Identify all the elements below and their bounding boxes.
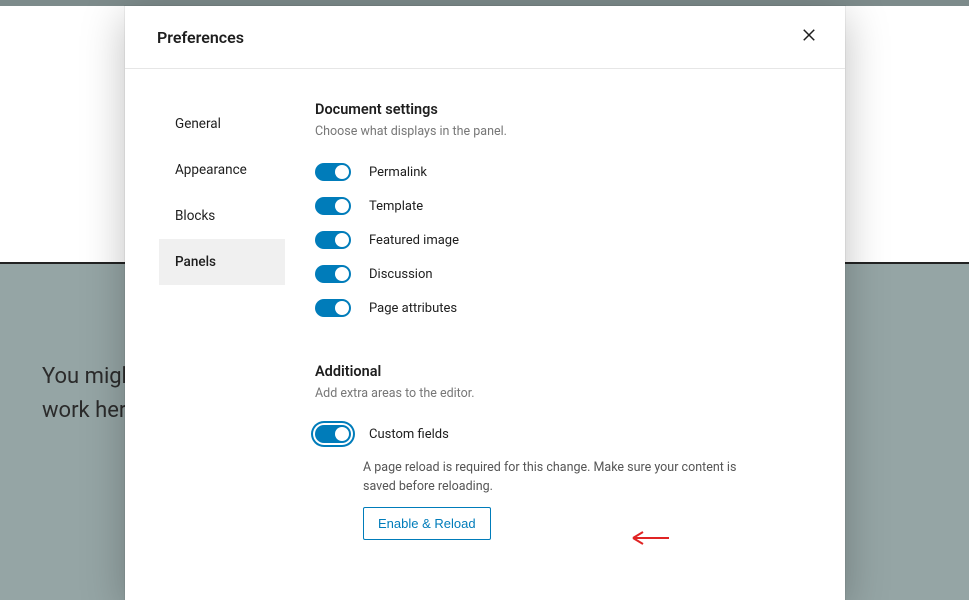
document-settings-heading: Document settings (315, 101, 821, 118)
toggle-permalink[interactable] (315, 163, 351, 181)
toggle-page-attributes[interactable] (315, 299, 351, 317)
document-settings-desc: Choose what displays in the panel. (315, 124, 821, 139)
tab-blocks[interactable]: Blocks (159, 193, 285, 239)
content-area: Document settings Choose what displays i… (285, 69, 845, 600)
modal-header: Preferences (125, 6, 845, 69)
backdrop-line-2: work here (42, 394, 138, 428)
tabs-sidebar: General Appearance Blocks Panels (125, 69, 285, 600)
label-page-attributes: Page attributes (369, 301, 457, 316)
row-custom-fields: Custom fields (315, 417, 821, 451)
label-template: Template (369, 199, 423, 214)
tab-appearance[interactable]: Appearance (159, 147, 285, 193)
tab-panels[interactable]: Panels (159, 239, 285, 285)
row-page-attributes: Page attributes (315, 291, 821, 325)
row-permalink: Permalink (315, 155, 821, 189)
section-document-settings: Document settings Choose what displays i… (315, 101, 821, 325)
row-featured-image: Featured image (315, 223, 821, 257)
toggle-featured-image[interactable] (315, 231, 351, 249)
backdrop-line-1: You migh (42, 360, 138, 394)
additional-desc: Add extra areas to the editor. (315, 386, 821, 401)
label-discussion: Discussion (369, 267, 433, 282)
close-button[interactable] (797, 25, 821, 49)
tab-general[interactable]: General (159, 101, 285, 147)
toggle-template[interactable] (315, 197, 351, 215)
section-additional: Additional Add extra areas to the editor… (315, 363, 821, 540)
enable-reload-button[interactable]: Enable & Reload (363, 507, 491, 540)
row-template: Template (315, 189, 821, 223)
toggle-custom-fields[interactable] (315, 425, 351, 443)
row-discussion: Discussion (315, 257, 821, 291)
custom-fields-help: A page reload is required for this chang… (363, 459, 743, 497)
modal-body: General Appearance Blocks Panels Documen… (125, 69, 845, 600)
label-custom-fields: Custom fields (369, 427, 449, 442)
label-permalink: Permalink (369, 165, 427, 180)
label-featured-image: Featured image (369, 233, 459, 248)
modal-title: Preferences (157, 28, 244, 47)
preferences-modal: Preferences General Appearance Blocks Pa… (125, 6, 845, 600)
close-icon (800, 26, 818, 48)
backdrop-text: You migh work here (42, 360, 138, 428)
toggle-discussion[interactable] (315, 265, 351, 283)
additional-heading: Additional (315, 363, 821, 380)
